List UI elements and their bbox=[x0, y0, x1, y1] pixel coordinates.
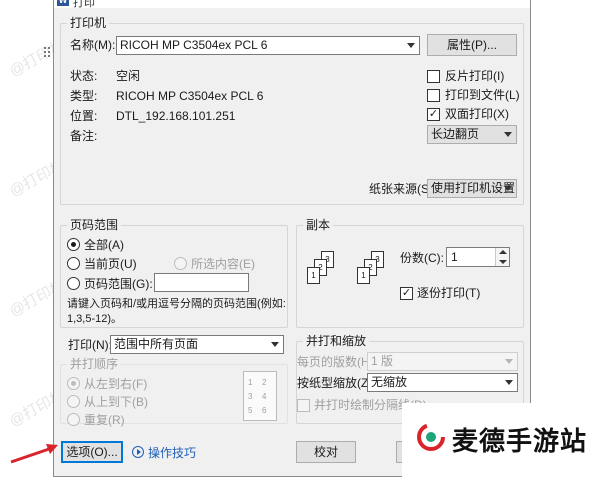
status-value: 空闲 bbox=[116, 69, 141, 83]
copies-count-stepper[interactable]: 1 bbox=[446, 247, 510, 267]
copies-count-label: 份数(C): bbox=[400, 251, 444, 265]
paper-source-select[interactable]: 使用打印机设置 bbox=[427, 179, 517, 198]
page-range-hint: 请键入页码和/或用逗号分隔的页码范围(例如: bbox=[67, 298, 286, 310]
checkmark-icon: ✓ bbox=[428, 108, 439, 120]
chevron-down-icon bbox=[504, 132, 512, 137]
page-range-all-label: 全部(A) bbox=[84, 238, 124, 252]
page-range-title: 页码范围 bbox=[67, 218, 122, 232]
print-order-title: 并打顺序 bbox=[67, 357, 122, 371]
pages-per-sheet-select[interactable]: 1 版 bbox=[367, 352, 518, 371]
printer-group: 打印机 名称(M): RICOH MP C3504ex PCL 6 属性(P).… bbox=[60, 16, 524, 205]
print-order-group: 并打顺序 从左到右(F) 从上到下(B) 重复(R) 1 2 3 4 5 6 bbox=[60, 357, 288, 427]
zoom-title: 并打和缩放 bbox=[303, 334, 370, 348]
pages-per-sheet-label: 每页的版数(H): bbox=[297, 355, 377, 369]
brand-name: 麦德手游站 bbox=[452, 427, 588, 457]
tips-link[interactable]: 操作技巧 bbox=[148, 446, 196, 460]
left-to-right-radio[interactable] bbox=[67, 377, 80, 390]
checkmark-icon: ✓ bbox=[401, 287, 412, 299]
play-help-icon[interactable] bbox=[132, 446, 144, 458]
where-label: 位置: bbox=[70, 109, 98, 123]
duplex-mode-select[interactable]: 长边翻页 bbox=[427, 125, 517, 144]
copies-count-value: 1 bbox=[451, 250, 458, 264]
window-title: 打印 bbox=[73, 0, 95, 9]
scale-label: 按纸型缩放(Z): bbox=[297, 376, 376, 390]
where-value: DTL_192.168.101.251 bbox=[116, 109, 236, 123]
chevron-down-icon bbox=[271, 342, 279, 347]
print-to-file-checkbox[interactable] bbox=[427, 89, 440, 102]
repeat-radio[interactable] bbox=[67, 413, 80, 426]
order-cell: 6 bbox=[262, 406, 267, 415]
draw-borders-checkbox[interactable] bbox=[297, 399, 310, 412]
page-range-pages-radio[interactable] bbox=[67, 277, 80, 290]
spin-down-icon[interactable] bbox=[495, 257, 509, 266]
duplex-mode-value: 长边翻页 bbox=[431, 127, 480, 141]
chevron-down-icon bbox=[504, 186, 512, 191]
paper-source-value: 使用打印机设置 bbox=[431, 181, 516, 195]
left-to-right-label: 从左到右(F) bbox=[84, 377, 148, 391]
printer-group-title: 打印机 bbox=[67, 16, 110, 30]
page-range-pages-label: 页码范围(G): bbox=[84, 277, 153, 291]
print-what-select[interactable]: 范围中所有页面 bbox=[110, 335, 284, 354]
printer-name-label: 名称(M): bbox=[70, 38, 116, 52]
annotation-arrow-icon bbox=[10, 444, 58, 464]
top-to-bottom-label: 从上到下(B) bbox=[84, 395, 148, 409]
collate-label: 逐份打印(T) bbox=[417, 286, 481, 300]
page-range-input[interactable] bbox=[154, 273, 249, 292]
repeat-label: 重复(R) bbox=[84, 413, 125, 427]
reverse-print-checkbox[interactable] bbox=[427, 70, 440, 83]
order-cell: 4 bbox=[262, 392, 267, 401]
spin-up-icon[interactable] bbox=[495, 248, 509, 257]
print-what-label: 打印(N): bbox=[68, 338, 112, 352]
copies-group: 副本 3 2 1 3 2 1 份数(C): 1 ✓ 逐份打印(T) bbox=[296, 218, 524, 328]
duplex-checkbox[interactable]: ✓ bbox=[427, 108, 440, 121]
page-range-selection-radio[interactable] bbox=[174, 257, 187, 270]
drag-handle-icon[interactable] bbox=[44, 47, 51, 61]
comment-label: 备注: bbox=[70, 129, 98, 143]
printer-name-select[interactable]: RICOH MP C3504ex PCL 6 bbox=[116, 36, 420, 55]
order-cell: 1 bbox=[248, 378, 253, 387]
print-order-preview: 1 2 3 4 5 6 bbox=[243, 371, 277, 421]
duplex-label: 双面打印(X) bbox=[445, 107, 509, 121]
scale-select[interactable]: 无缩放 bbox=[367, 373, 518, 392]
properties-button[interactable]: 属性(P)... bbox=[427, 34, 517, 56]
brand-overlay: 麦德手游站 bbox=[402, 403, 600, 477]
word-app-icon: W bbox=[57, 0, 69, 6]
order-cell: 3 bbox=[248, 392, 253, 401]
chevron-down-icon bbox=[505, 380, 513, 385]
type-label: 类型: bbox=[70, 89, 98, 103]
print-what-value: 范围中所有页面 bbox=[114, 337, 199, 351]
page-range-group: 页码范围 全部(A) 当前页(U) 所选内容(E) 页码范围(G): 请键入页码… bbox=[60, 218, 288, 328]
printer-name-value: RICOH MP C3504ex PCL 6 bbox=[120, 38, 268, 52]
reverse-print-label: 反片打印(I) bbox=[445, 69, 505, 83]
type-value: RICOH MP C3504ex PCL 6 bbox=[116, 89, 264, 103]
order-cell: 2 bbox=[262, 378, 267, 387]
page-range-all-radio[interactable] bbox=[67, 238, 80, 251]
copy-page-1: 1 bbox=[307, 267, 320, 284]
pages-per-sheet-value: 1 版 bbox=[371, 354, 394, 368]
brand-logo-icon bbox=[417, 423, 445, 451]
page-range-selection-label: 所选内容(E) bbox=[191, 257, 255, 271]
copy-page-1: 1 bbox=[357, 267, 370, 284]
options-button[interactable]: 选项(O)... bbox=[61, 441, 123, 463]
proofread-button[interactable]: 校对 bbox=[296, 441, 356, 463]
chevron-down-icon bbox=[505, 359, 513, 364]
page-range-hint-example: 1,3,5-12)。 bbox=[67, 313, 123, 325]
print-to-file-label: 打印到文件(L) bbox=[445, 88, 520, 102]
collate-checkbox[interactable]: ✓ bbox=[400, 287, 413, 300]
page-range-current-radio[interactable] bbox=[67, 257, 80, 270]
copies-title: 副本 bbox=[303, 218, 334, 232]
scale-value: 无缩放 bbox=[371, 375, 408, 389]
top-to-bottom-radio[interactable] bbox=[67, 395, 80, 408]
status-label: 状态: bbox=[70, 69, 98, 83]
chevron-down-icon bbox=[407, 43, 415, 48]
title-bar[interactable]: W 打印 bbox=[54, 0, 530, 9]
page-range-current-label: 当前页(U) bbox=[84, 257, 137, 271]
order-cell: 5 bbox=[248, 406, 253, 415]
